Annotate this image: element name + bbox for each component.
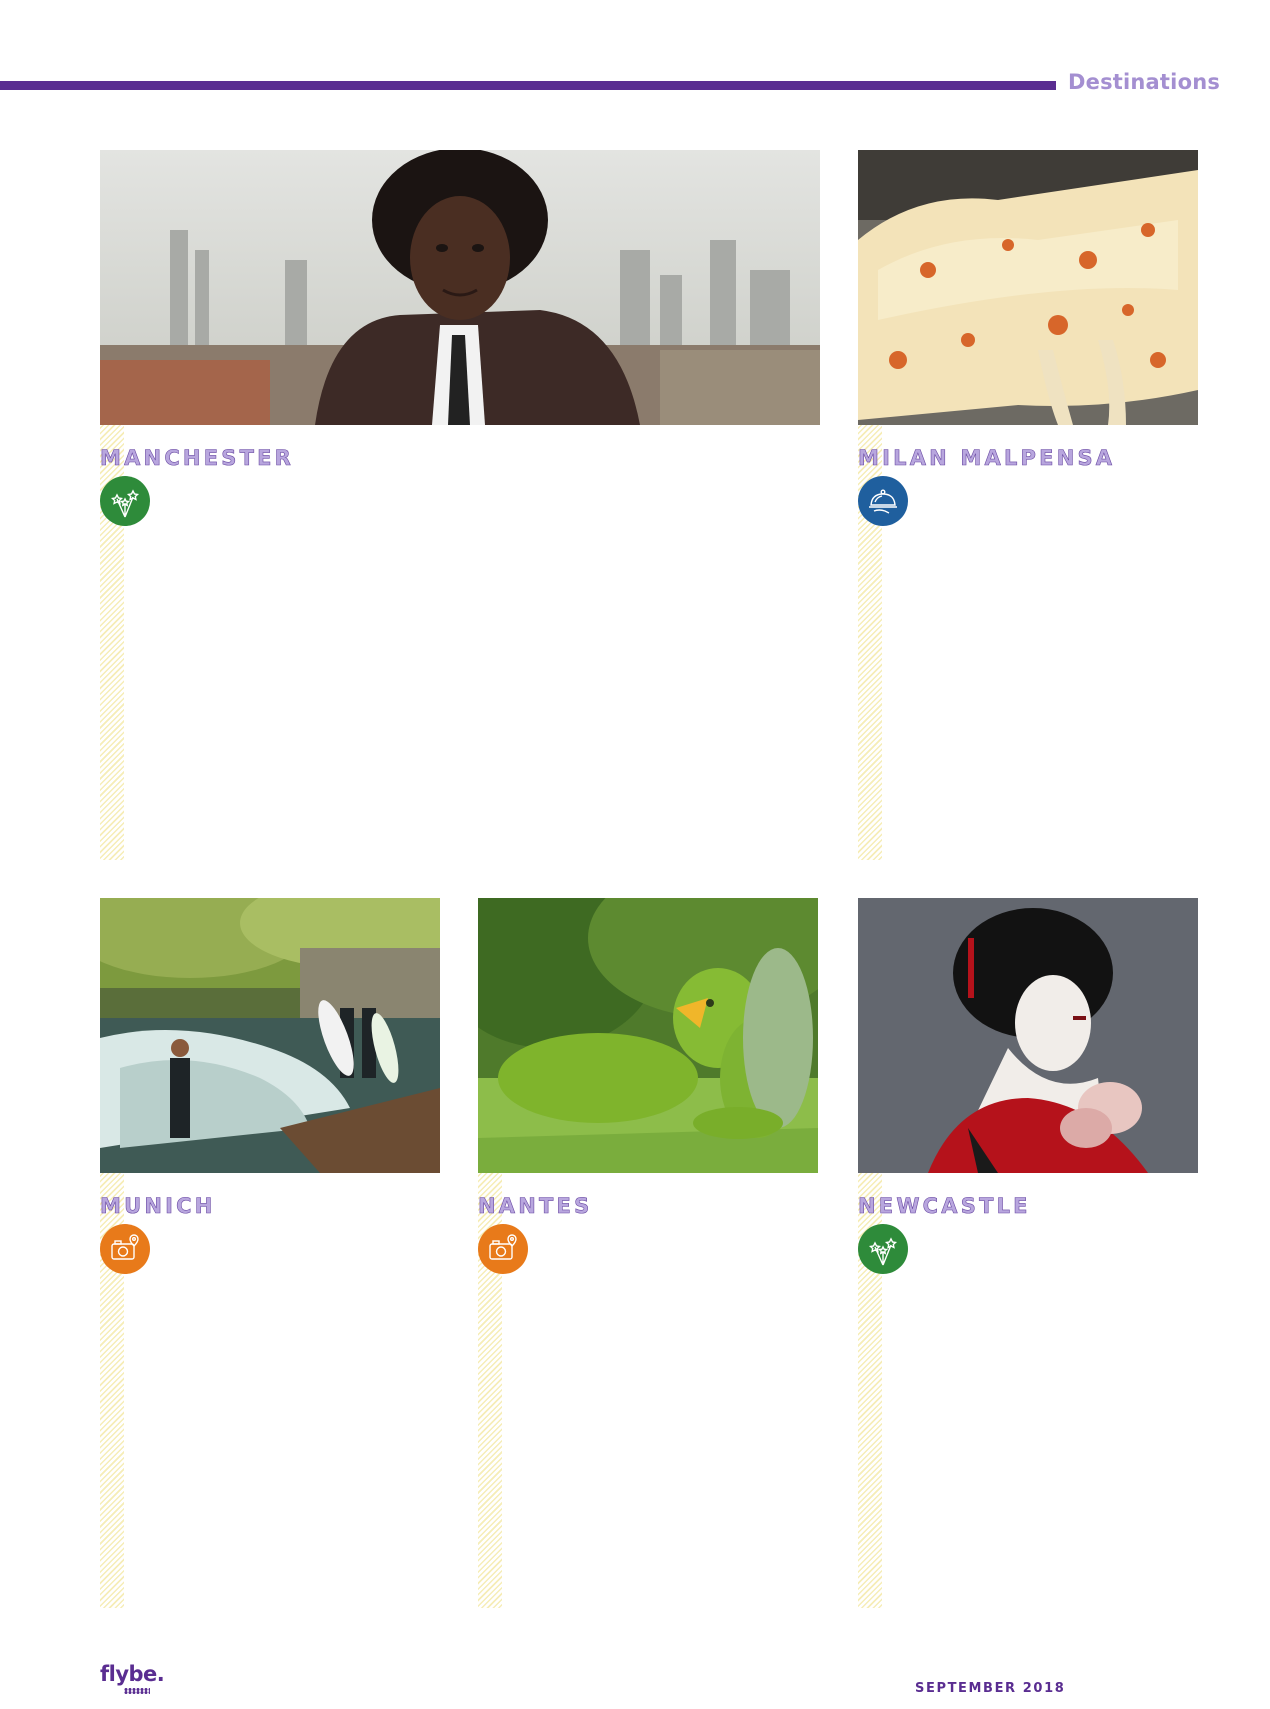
destination-title: MANCHESTER: [100, 446, 295, 471]
destination-title: MILAN MALPENSA: [858, 446, 1116, 471]
destination-title: NANTES: [478, 1194, 593, 1219]
destination-title: MUNICH: [100, 1194, 216, 1219]
camera-pin-icon: [100, 1224, 150, 1274]
logo-dots: [124, 1688, 150, 1694]
munich-photo: [100, 898, 440, 1173]
dining-cloche-icon: [858, 476, 908, 526]
section-label: Destinations: [1068, 70, 1221, 94]
destination-title: NEWCASTLE: [858, 1194, 1031, 1219]
nantes-photo: [478, 898, 818, 1173]
newcastle-photo: [858, 898, 1198, 1173]
milan-malpensa-photo: [858, 150, 1198, 425]
issue-date: SEPTEMBER 2018: [915, 1681, 1066, 1696]
fireworks-icon: [858, 1224, 908, 1274]
camera-pin-icon: [478, 1224, 528, 1274]
flybe-logo: flybe.: [100, 1662, 165, 1686]
header-rule: [0, 81, 1056, 90]
fireworks-icon: [100, 476, 150, 526]
manchester-photo: [100, 150, 820, 425]
